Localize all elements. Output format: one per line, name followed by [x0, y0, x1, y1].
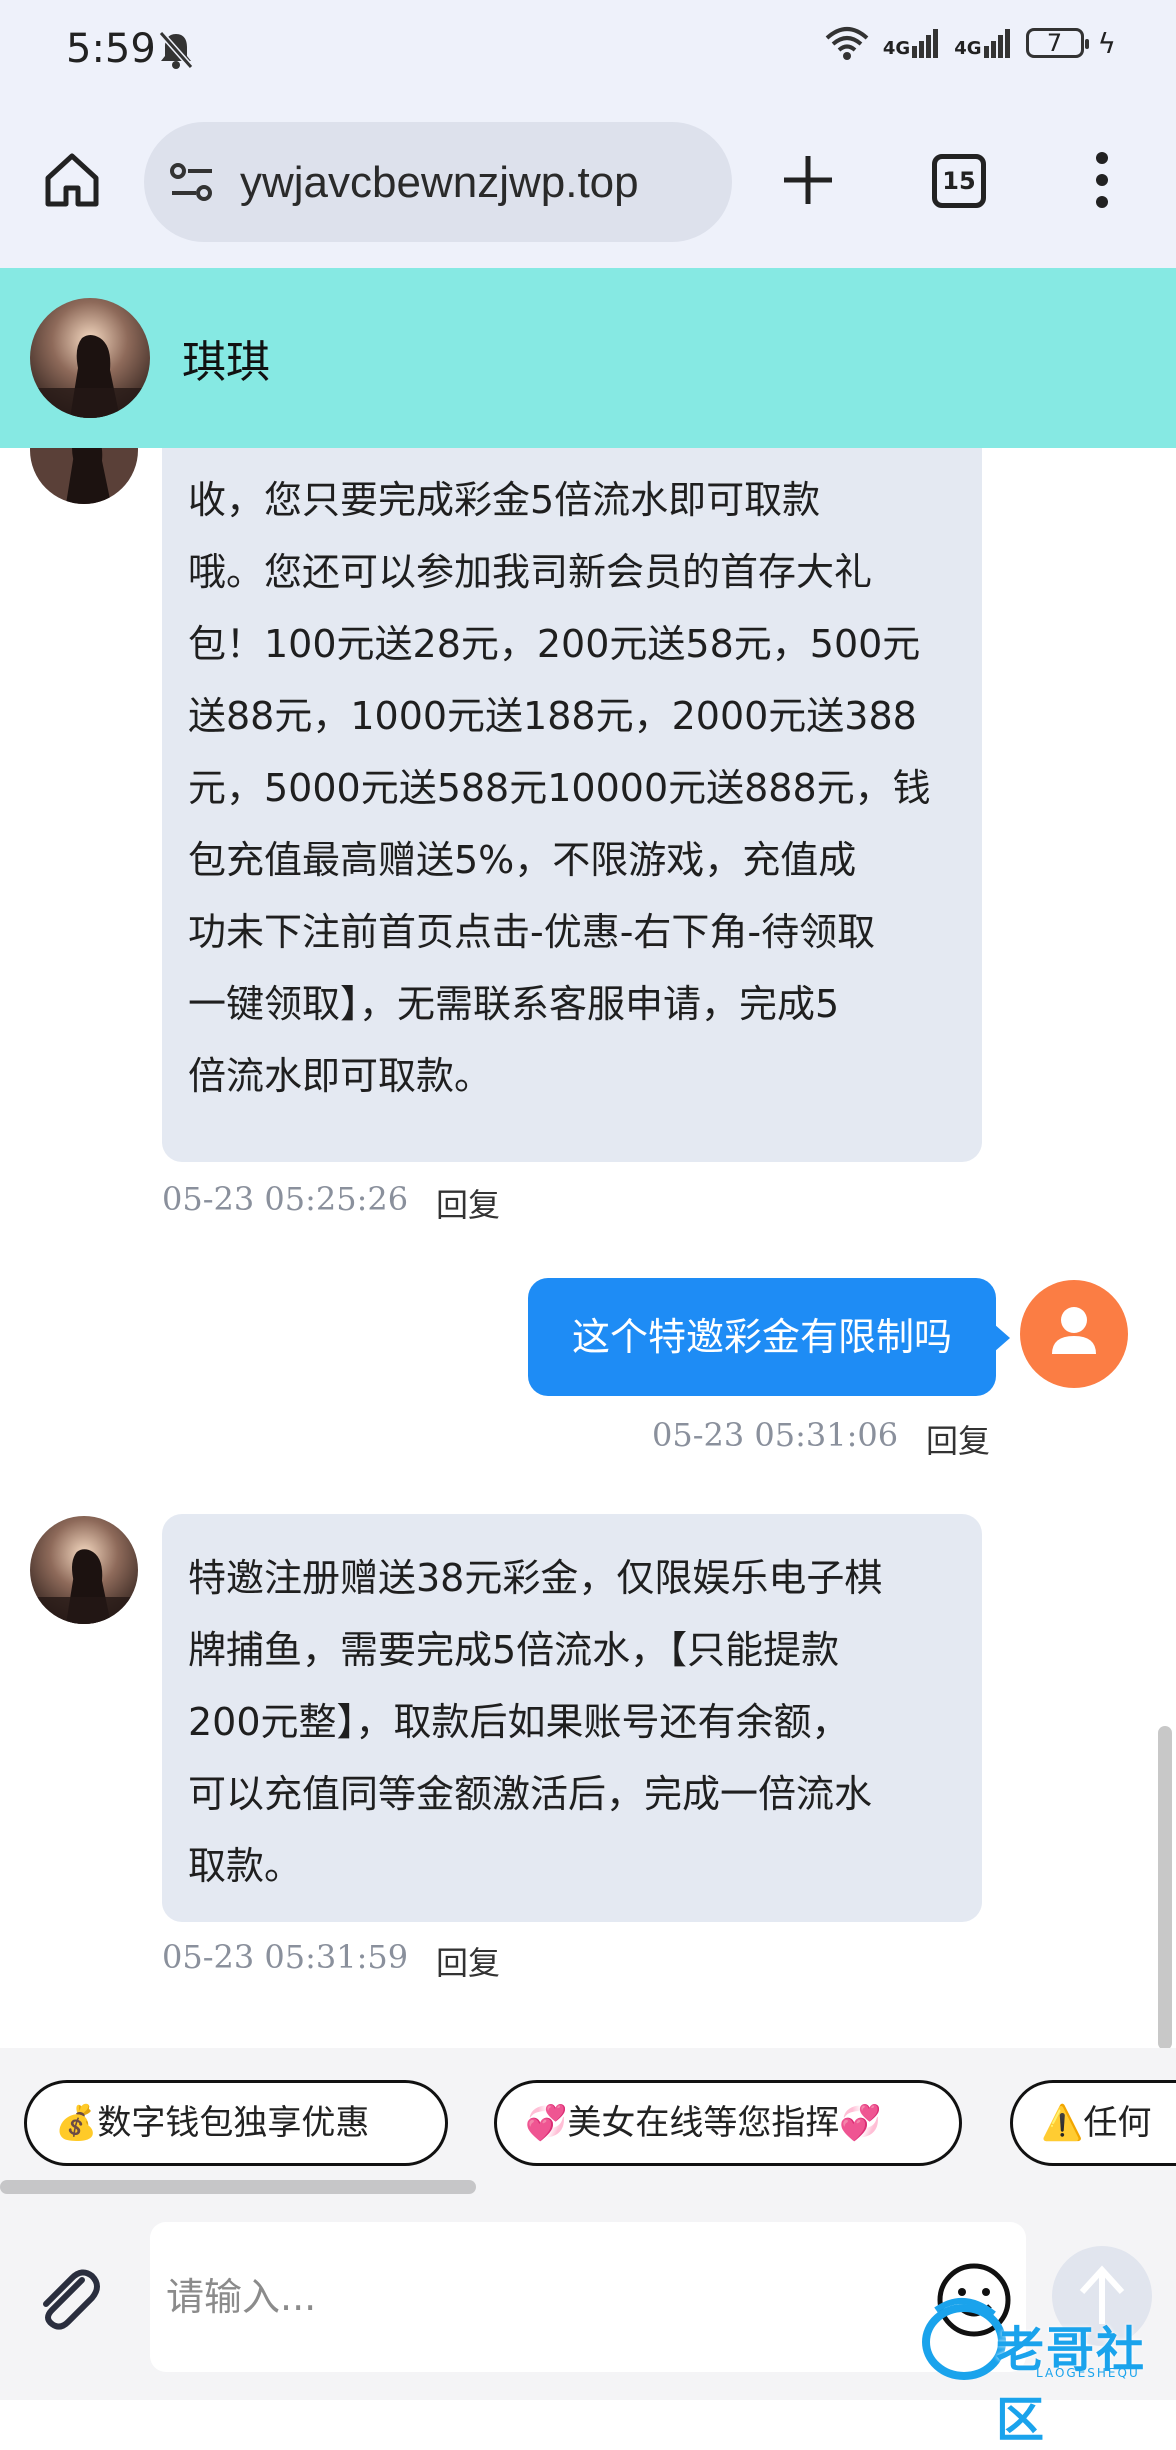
contact-avatar-small[interactable]: [30, 448, 138, 504]
message-text: 这个特邀彩金有限制吗: [571, 1315, 952, 1359]
message-line: 元，5000元送588元10000元送888元，钱: [188, 766, 931, 810]
user-avatar[interactable]: [1020, 1280, 1128, 1388]
signal-2: 4G: [954, 28, 1011, 58]
more-menu-icon[interactable]: [1090, 150, 1114, 210]
message-line: 可以充值同等金额激活后，完成一倍流水: [188, 1772, 873, 1816]
message-timestamp: 05-23 05:25:26: [162, 1180, 409, 1218]
message-line: 特邀注册赠送38元彩金，仅限娱乐电子棋: [188, 1556, 883, 1600]
watermark-logo: 老哥社区 LAOGESHEQU: [916, 2250, 1176, 2448]
status-bar: 5:59 4G 4G 7 ϟ: [0, 0, 1176, 100]
message-line: 包充值最高赠送5%，不限游戏，充值成: [188, 838, 857, 882]
wifi-icon: [825, 27, 869, 60]
watermark-subtext: LAOGESHEQU: [1036, 2366, 1140, 2380]
message-line: 哦。您还可以参加我司新会员的首存大礼: [188, 550, 873, 594]
incoming-message-bubble: 特邀注册赠送38元彩金，仅限娱乐电子棋 牌捕鱼，需要完成5倍流水，【只能提款 2…: [162, 1514, 982, 1922]
battery-icon: 7: [1025, 28, 1089, 58]
site-settings-icon[interactable]: [168, 160, 216, 204]
message-line: 功未下注前首页点击-优惠-右下角-待领取: [188, 910, 876, 954]
new-tab-icon[interactable]: [778, 150, 838, 210]
browser-toolbar: ywjavcbewnzjwp.top 15: [0, 100, 1176, 268]
message-line: 送88元，1000元送188元，2000元送388: [188, 694, 917, 738]
message-line: 倍流水即可取款。: [188, 1054, 493, 1098]
signal-bars-icon: [983, 29, 1010, 58]
contact-avatar-small[interactable]: [30, 1516, 138, 1624]
reply-button[interactable]: 回复: [436, 1938, 500, 1984]
network-type-2: 4G: [954, 38, 982, 59]
tab-switcher-button[interactable]: 15: [932, 154, 986, 208]
incoming-message-bubble: 您的特邀彩金已经为您派送到账，请查 收，您只要完成彩金5倍流水即可取款 哦。您还…: [162, 448, 982, 1162]
home-icon[interactable]: [42, 150, 102, 210]
contact-name: 琪琪: [182, 337, 270, 388]
reply-button[interactable]: 回复: [436, 1180, 500, 1226]
quick-reply-chip[interactable]: 💰数字钱包独享优惠: [24, 2080, 448, 2166]
attachment-icon[interactable]: [30, 2262, 106, 2338]
url-text[interactable]: ywjavcbewnzjwp.top: [240, 158, 639, 208]
charging-icon: ϟ: [1097, 26, 1116, 60]
reply-button[interactable]: 回复: [926, 1416, 990, 1462]
message-line: 您的特邀彩金已经为您派送到账，请查: [188, 448, 956, 464]
message-list[interactable]: 您的特邀彩金已经为您派送到账，请查 收，您只要完成彩金5倍流水即可取款 哦。您还…: [0, 448, 1176, 2048]
horizontal-scrollbar[interactable]: [0, 2180, 476, 2194]
address-bar[interactable]: ywjavcbewnzjwp.top: [144, 122, 732, 242]
vertical-scrollbar[interactable]: [1158, 1726, 1172, 2050]
status-icons: 4G 4G 7 ϟ: [825, 26, 1116, 60]
watermark-text: 老哥社区: [996, 2322, 1147, 2448]
message-line: 取款。: [188, 1844, 303, 1888]
watermark-icon: [922, 2297, 1006, 2380]
bell-muted-icon: [158, 31, 194, 69]
message-line: 收，您只要完成彩金5倍流水即可取款: [188, 478, 821, 522]
chat-header: 琪琪: [0, 268, 1176, 448]
message-timestamp: 05-23 05:31:59: [162, 1938, 409, 1976]
input-placeholder: 请输入...: [166, 2275, 317, 2319]
outgoing-message-bubble: 这个特邀彩金有限制吗: [528, 1278, 1010, 1396]
user-icon: [1052, 1307, 1096, 1354]
quick-reply-chip[interactable]: ⚠️任何: [1010, 2080, 1176, 2166]
message-line: 200元整】，取款后如果账号还有余额，: [188, 1700, 850, 1744]
message-line: 一键领取】，无需联系客服申请，完成5: [188, 982, 840, 1026]
signal-bars-icon: [912, 29, 939, 58]
quick-replies: 💰数字钱包独享优惠 💞美女在线等您指挥💞 ⚠️任何: [0, 2048, 1176, 2196]
message-line: 牌捕鱼，需要完成5倍流水，【只能提款: [188, 1628, 840, 1672]
quick-reply-chip[interactable]: 💞美女在线等您指挥💞: [494, 2080, 962, 2166]
message-timestamp: 05-23 05:31:06: [652, 1416, 899, 1454]
message-input[interactable]: 请输入...: [150, 2222, 1026, 2372]
signal-1: 4G: [883, 28, 940, 58]
message-line: 包！100元送28元，200元送58元，500元: [188, 622, 921, 666]
network-type-1: 4G: [882, 38, 911, 59]
status-time: 5:59: [66, 26, 156, 72]
contact-avatar[interactable]: [30, 298, 150, 418]
